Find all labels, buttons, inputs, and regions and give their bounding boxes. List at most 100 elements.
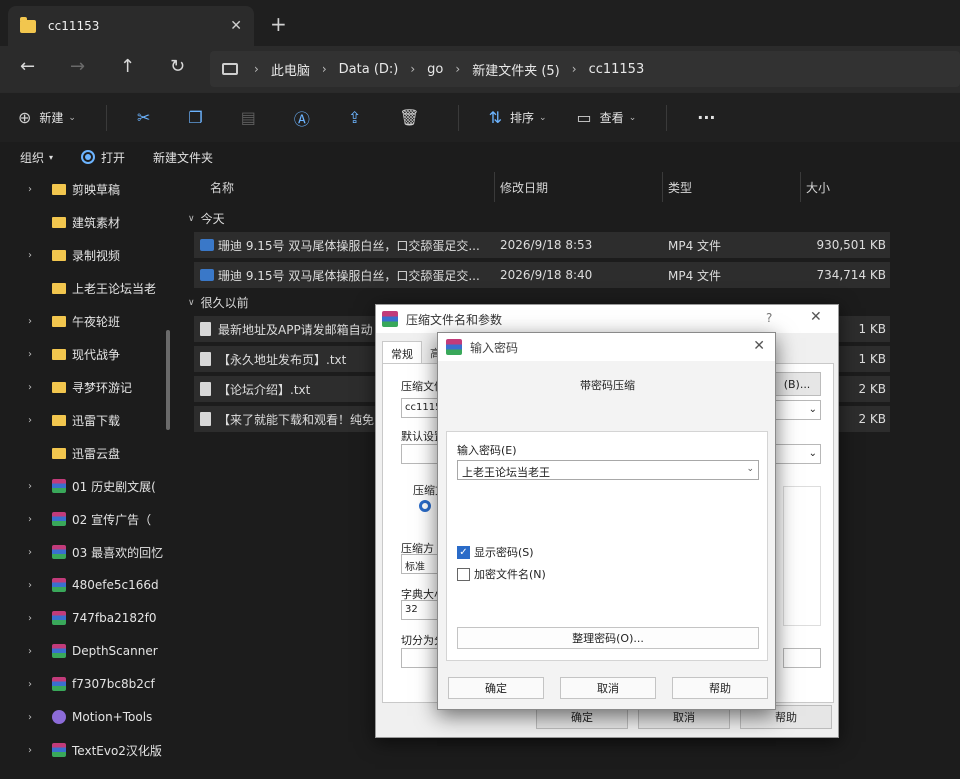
expand-chevron-icon[interactable]: ›: [28, 547, 42, 558]
group-header-long-ago[interactable]: ∨ 很久以前: [188, 294, 249, 311]
explorer-tab[interactable]: cc11153 ✕: [8, 6, 254, 46]
sort-button[interactable]: ⇅ 排序 ⌄: [489, 108, 547, 127]
breadcrumb-separator: ›: [254, 62, 259, 76]
copy-button[interactable]: ❐: [188, 108, 210, 127]
new-folder-command[interactable]: 新建文件夹: [153, 149, 213, 166]
file-row[interactable]: 珊迪 9.15号 双马尾体操服白丝，口交舔蛋足交... 2026/9/18 8:4…: [194, 262, 890, 288]
view-button[interactable]: ▭ 查看 ⌄: [577, 108, 637, 127]
close-icon[interactable]: ✕: [810, 309, 822, 325]
delete-button[interactable]: 🗑: [399, 108, 427, 127]
paste-button[interactable]: ▤: [241, 108, 264, 127]
tab-general[interactable]: 常规: [382, 341, 422, 363]
options-select[interactable]: ⌄: [773, 444, 821, 464]
expand-chevron-icon[interactable]: ›: [28, 250, 42, 261]
sidebar-item-label: 03 最喜欢的回忆: [72, 545, 164, 560]
cut-button[interactable]: ✂: [137, 108, 158, 127]
sidebar-item[interactable]: › 录制视频: [0, 240, 176, 270]
expand-chevron-icon[interactable]: ›: [28, 745, 42, 756]
sidebar-item[interactable]: › 午夜轮班: [0, 306, 176, 336]
expand-chevron-icon[interactable]: ›: [28, 514, 42, 525]
expand-chevron-icon[interactable]: ›: [28, 349, 42, 360]
sidebar-item[interactable]: 迅雷云盘: [0, 438, 176, 468]
column-header-size[interactable]: 大小: [806, 172, 830, 202]
expand-chevron-icon[interactable]: ›: [28, 481, 42, 492]
ok-button[interactable]: 确定: [448, 677, 544, 699]
sidebar-item-label: TextEvo2汉化版: [72, 743, 162, 758]
sidebar-item[interactable]: › 03 最喜欢的回忆: [0, 537, 176, 567]
password-dialog: 输入密码 ✕ 带密码压缩 输入密码(E) 上老王论坛当老王 ⌄ ✓ 显示密码(S…: [437, 332, 776, 710]
column-divider[interactable]: [800, 172, 801, 202]
breadcrumb-go[interactable]: go: [427, 62, 443, 77]
expand-chevron-icon[interactable]: ›: [28, 316, 42, 327]
sidebar-item[interactable]: › 寻梦环游记: [0, 372, 176, 402]
show-password-checkbox[interactable]: ✓ 显示密码(S): [457, 544, 534, 560]
sidebar-item[interactable]: › 迅雷下载: [0, 405, 176, 435]
column-divider[interactable]: [662, 172, 663, 202]
expand-chevron-icon[interactable]: ›: [28, 613, 42, 624]
split-unit-select[interactable]: [783, 648, 821, 668]
refresh-icon[interactable]: ↻: [170, 56, 185, 77]
sidebar-item[interactable]: › 剪映草稿: [0, 174, 176, 204]
breadcrumb-current[interactable]: cc11153: [589, 62, 645, 77]
password-input[interactable]: 上老王论坛当老王 ⌄: [457, 460, 759, 480]
more-options-button[interactable]: ···: [697, 108, 715, 127]
expand-chevron-icon[interactable]: ›: [28, 712, 42, 723]
organize-passwords-button[interactable]: 整理密码(O)...: [457, 627, 759, 649]
format-radio[interactable]: [419, 500, 431, 512]
update-mode-select[interactable]: ⌄: [773, 400, 821, 420]
column-header-type[interactable]: 类型: [668, 172, 692, 202]
sidebar-item-label: 迅雷下载: [72, 413, 121, 428]
file-size: 2 KB: [858, 412, 886, 426]
forward-arrow-icon[interactable]: →: [70, 56, 85, 77]
sidebar-item[interactable]: 上老王论坛当老: [0, 273, 176, 303]
group-header-today[interactable]: ∨ 今天: [188, 210, 225, 227]
sidebar-item[interactable]: › f7307bc8b2cf: [0, 669, 176, 699]
expand-chevron-icon[interactable]: ›: [28, 382, 42, 393]
expand-chevron-icon[interactable]: ›: [28, 646, 42, 657]
chevron-down-icon[interactable]: ⌄: [746, 464, 754, 474]
sidebar-item[interactable]: › Motion+Tools: [0, 702, 176, 732]
close-tab-icon[interactable]: ✕: [230, 18, 242, 34]
back-arrow-icon[interactable]: ←: [20, 56, 35, 77]
sidebar-item[interactable]: › 02 宣传广告（: [0, 504, 176, 534]
winrar-icon: [52, 743, 66, 757]
expand-chevron-icon[interactable]: ›: [28, 184, 42, 195]
expand-chevron-icon[interactable]: ›: [28, 580, 42, 591]
column-header-date[interactable]: 修改日期: [500, 172, 548, 202]
sidebar-item[interactable]: › 现代战争: [0, 339, 176, 369]
sidebar-item[interactable]: › DepthScanner: [0, 636, 176, 666]
up-arrow-icon[interactable]: ↑: [120, 56, 135, 77]
share-button[interactable]: ⇪: [348, 108, 369, 127]
breadcrumb-this-pc[interactable]: 此电脑: [271, 60, 310, 79]
winrar-icon: [382, 311, 398, 327]
breadcrumb-new-folder[interactable]: 新建文件夹 (5): [472, 60, 560, 79]
file-row[interactable]: 珊迪 9.15号 双马尾体操服白丝，口交舔蛋足交... 2026/9/18 8:5…: [194, 232, 890, 258]
dialog-titlebar[interactable]: 输入密码: [438, 333, 775, 361]
sidebar-item[interactable]: › 01 历史剧文展(: [0, 471, 176, 501]
browse-button[interactable]: (B)...: [773, 372, 821, 396]
expand-chevron-icon[interactable]: ›: [28, 679, 42, 690]
sidebar-item-label: 剪映草稿: [72, 182, 121, 197]
help-icon[interactable]: ?: [766, 311, 772, 325]
show-password-label: 显示密码(S): [474, 546, 534, 559]
column-divider[interactable]: [494, 172, 495, 202]
sidebar-item[interactable]: › 480efe5c166d: [0, 570, 176, 600]
open-command[interactable]: 打开: [81, 149, 125, 166]
sidebar-scrollbar[interactable]: [166, 330, 170, 430]
sidebar-item[interactable]: › TextEvo2汉化版: [0, 735, 176, 765]
rename-button[interactable]: Ⓐ: [294, 106, 318, 130]
expand-chevron-icon[interactable]: ›: [28, 415, 42, 426]
new-tab-button[interactable]: +: [270, 12, 287, 36]
cancel-button[interactable]: 取消: [560, 677, 656, 699]
address-bar[interactable]: › 此电脑 › Data (D:) › go › 新建文件夹 (5) › cc1…: [210, 51, 960, 87]
help-button[interactable]: 帮助: [672, 677, 768, 699]
breadcrumb-drive[interactable]: Data (D:): [339, 62, 399, 77]
sidebar-item[interactable]: › 747fba2182f0: [0, 603, 176, 633]
organize-menu[interactable]: 组织 ▾: [20, 149, 53, 166]
column-header-name[interactable]: 名称: [210, 172, 234, 202]
close-icon[interactable]: ✕: [753, 338, 765, 354]
breadcrumb-separator: ›: [571, 62, 577, 76]
encrypt-names-checkbox[interactable]: 加密文件名(N): [457, 566, 546, 582]
sidebar-item[interactable]: 建筑素材: [0, 207, 176, 237]
new-button[interactable]: ⊕ 新建 ⌄: [18, 108, 76, 127]
